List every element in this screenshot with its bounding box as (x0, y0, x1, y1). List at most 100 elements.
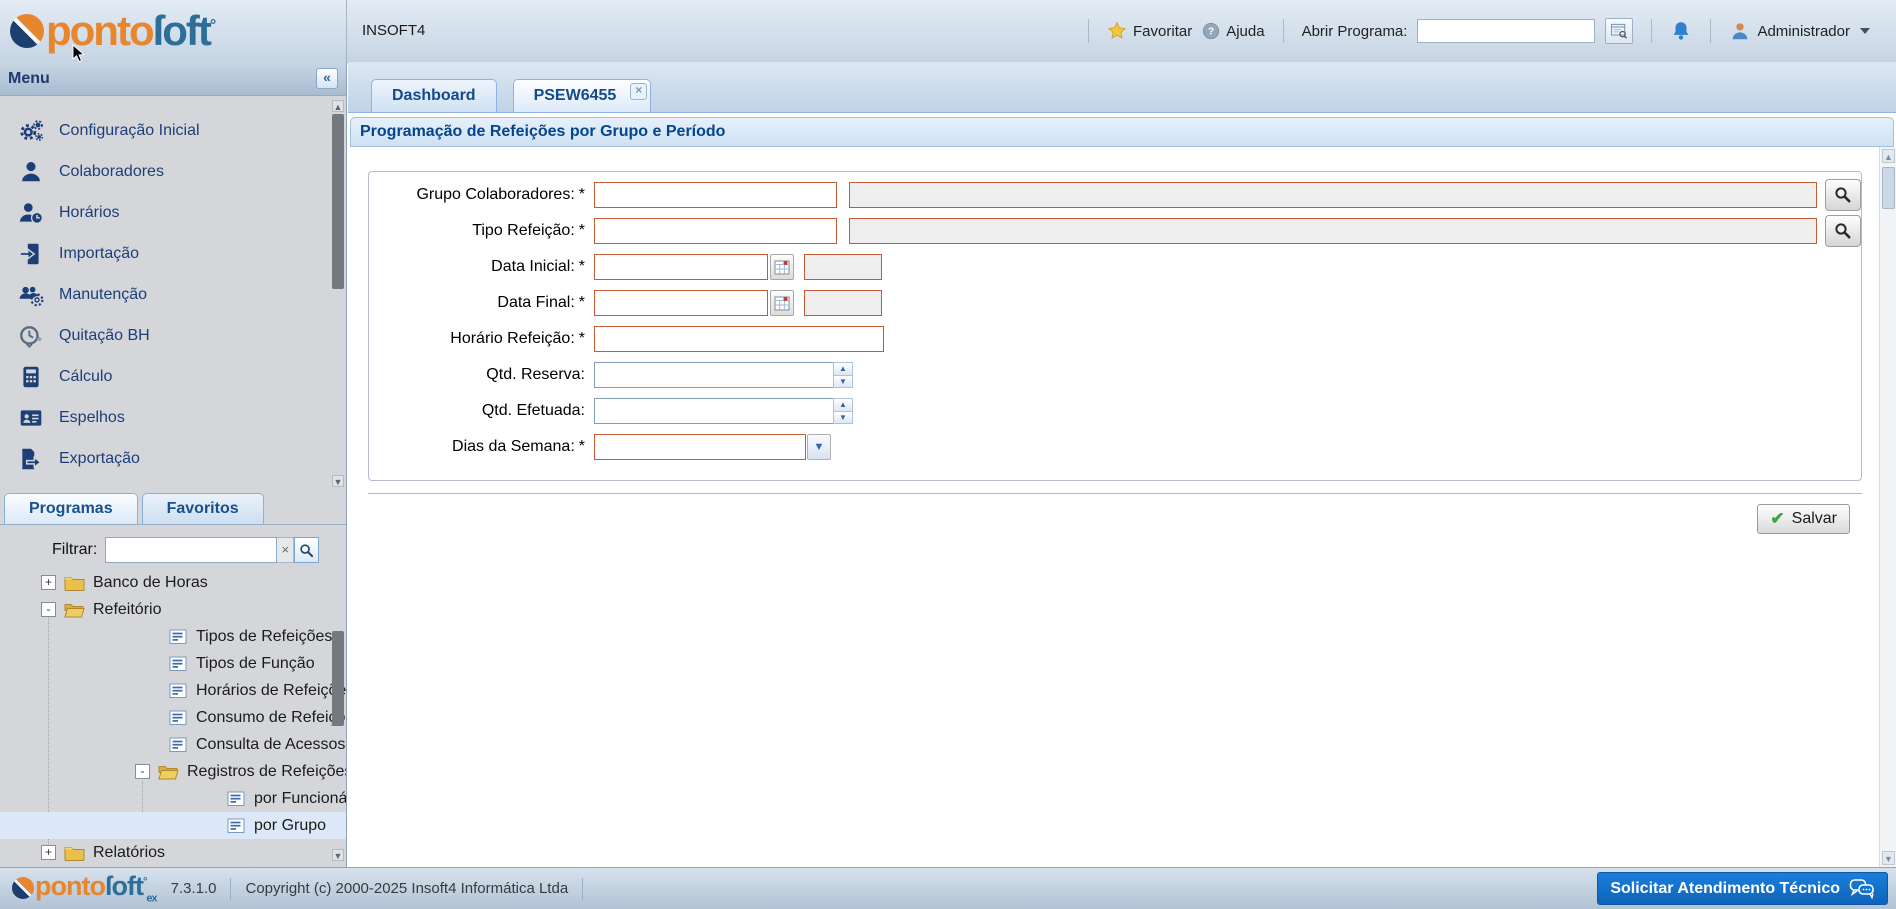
sidebar-item-label: Colaboradores (59, 163, 164, 181)
tree-item-por-funcionario[interactable]: por Funcionário (0, 785, 346, 812)
main-scrollbar[interactable]: ▲ ▼ (1879, 147, 1896, 867)
qtd-efetuada-input[interactable] (594, 398, 834, 424)
file-import-icon (18, 241, 44, 267)
open-program-input[interactable] (1417, 19, 1595, 43)
program-doc-icon (169, 629, 188, 645)
tab-programas[interactable]: Programas (4, 493, 138, 524)
copyright-text: Copyright (c) 2000-2025 Insoft4 Informát… (245, 880, 568, 897)
user-menu[interactable]: Administrador (1729, 20, 1870, 42)
filter-row: Filtrar: × (52, 537, 342, 563)
tree-item-consulta-de-acessos[interactable]: Consulta de Acessos (0, 731, 346, 758)
dias-da-semana-input[interactable] (594, 434, 806, 460)
filter-clear-icon[interactable]: × (277, 537, 294, 563)
calculator-icon (18, 364, 44, 390)
tab-dashboard[interactable]: Dashboard (371, 79, 497, 112)
support-button[interactable]: Solicitar Atendimento Técnico (1597, 872, 1888, 905)
qtd-reserva-input[interactable] (594, 362, 834, 388)
sidebar-item-colaboradores[interactable]: Colaboradores (0, 151, 346, 192)
scrollbar-thumb[interactable] (1882, 167, 1895, 209)
tree-item-tipos-de-funcao[interactable]: Tipos de Função (0, 650, 346, 677)
tree-item-por-grupo[interactable]: por Grupo (0, 812, 346, 839)
spinner-down-icon[interactable]: ▼ (833, 376, 853, 389)
scrollbar-thumb[interactable] (332, 114, 344, 289)
required-marker: * (579, 294, 585, 311)
grupo-colaboradores-lookup-button[interactable] (1825, 179, 1861, 211)
help-button[interactable]: ? Ajuda (1202, 22, 1264, 40)
save-button[interactable]: ✔ Salvar (1757, 504, 1850, 534)
sidebar-item-horarios[interactable]: Horários (0, 192, 346, 233)
scroll-down-arrow[interactable]: ▼ (1882, 851, 1895, 865)
qtd-efetuada-spinner: ▲ ▼ (833, 398, 853, 424)
scroll-down-arrow[interactable]: ▼ (332, 475, 344, 487)
folder-closed-icon (64, 844, 85, 861)
data-final-calendar-button[interactable] (770, 290, 794, 316)
search-icon (299, 543, 314, 558)
form-content: Grupo Colaboradores:* Tipo Refeição:* Da… (348, 147, 1896, 867)
required-marker: * (579, 258, 585, 275)
form-row-grupo-colaboradores: Grupo Colaboradores:* (369, 180, 1861, 210)
data-final-input[interactable] (594, 290, 768, 316)
filter-search-button[interactable] (294, 537, 319, 563)
folder-open-icon (64, 601, 85, 618)
main-area: Dashboard PSEW6455 × Programação de Refe… (348, 62, 1896, 867)
tree-item-banco-de-horas[interactable]: + Banco de Horas (0, 569, 346, 596)
menu-scrollbar[interactable]: ▲ ▼ (331, 100, 345, 487)
tree-collapse-icon[interactable]: - (41, 602, 56, 617)
scrollbar-thumb[interactable] (332, 631, 344, 726)
tree-item-horarios-de-refeicoes[interactable]: Horários de Refeições (0, 677, 346, 704)
program-doc-icon (169, 656, 188, 672)
spinner-up-icon[interactable]: ▲ (833, 398, 853, 412)
spinner-up-icon[interactable]: ▲ (833, 362, 853, 376)
data-inicial-input[interactable] (594, 254, 768, 280)
sidebar-item-importacao[interactable]: Importação (0, 233, 346, 274)
field-label: Horário Refeição: (450, 330, 575, 347)
scroll-down-arrow[interactable]: ▼ (332, 849, 344, 861)
favorite-button[interactable]: Favoritar (1107, 21, 1192, 41)
tree-item-relatorios[interactable]: + Relatórios (0, 839, 346, 866)
scroll-up-arrow[interactable]: ▲ (332, 100, 344, 112)
support-button-label: Solicitar Atendimento Técnico (1610, 880, 1840, 898)
field-label: Dias da Semana: (452, 438, 575, 455)
filter-input[interactable] (105, 537, 277, 563)
header-separator (1088, 19, 1089, 43)
tree-expand-icon[interactable]: + (41, 575, 56, 590)
sidebar-item-manutencao[interactable]: Manutenção (0, 274, 346, 315)
tree-item-refeitorio[interactable]: - Refeitório (0, 596, 346, 623)
tree-item-consumo-de-refeicoes[interactable]: Consumo de Refeições (0, 704, 346, 731)
scroll-up-arrow[interactable]: ▲ (1882, 149, 1895, 163)
tree-item-registros-de-refeicoes[interactable]: - Registros de Refeições (0, 758, 346, 785)
sidebar-tabs: Programas Favoritos (0, 491, 346, 525)
sidebar-item-exportacao[interactable]: Exportação (0, 438, 346, 479)
tab-close-icon[interactable]: × (630, 83, 647, 100)
dias-da-semana-dropdown-button[interactable]: ▼ (807, 434, 831, 460)
horario-refeicao-input[interactable] (594, 326, 884, 352)
notifications-bell-icon[interactable] (1670, 20, 1692, 42)
file-export-icon (18, 446, 44, 472)
required-marker: * (579, 330, 585, 347)
footer-separator (582, 878, 583, 900)
sidebar-item-espelhos[interactable]: Espelhos (0, 397, 346, 438)
program-doc-icon (169, 683, 188, 699)
sidebar-item-calculo[interactable]: Cálculo (0, 356, 346, 397)
data-inicial-weekday-display (804, 254, 882, 280)
data-final-weekday-display (804, 290, 882, 316)
grupo-colaboradores-input[interactable] (594, 182, 837, 208)
tree-scrollbar[interactable]: ▼ (331, 531, 345, 861)
tab-favoritos[interactable]: Favoritos (142, 493, 264, 524)
tree-collapse-icon[interactable]: - (135, 764, 150, 779)
tab-psew6455[interactable]: PSEW6455 × (513, 79, 652, 112)
tipo-refeicao-description (849, 218, 1818, 244)
tipo-refeicao-input[interactable] (594, 218, 837, 244)
form-row-data-inicial: Data Inicial:* (369, 252, 1861, 282)
data-inicial-calendar-button[interactable] (770, 254, 794, 280)
spinner-down-icon[interactable]: ▼ (833, 412, 853, 425)
sidebar-collapse-button[interactable]: « (316, 68, 338, 89)
sidebar-item-configuracao-inicial[interactable]: Configuração Inicial (0, 110, 346, 151)
tipo-refeicao-lookup-button[interactable] (1825, 215, 1861, 247)
pontosoft-logo-text: pontoſoft°ex (35, 873, 157, 904)
sidebar-item-label: Horários (59, 204, 119, 222)
sidebar-item-quitacao-bh[interactable]: Quitação BH (0, 315, 346, 356)
tree-expand-icon[interactable]: + (41, 845, 56, 860)
tree-item-tipos-de-refeicoes[interactable]: Tipos de Refeições (0, 623, 346, 650)
program-browser-button[interactable] (1605, 18, 1633, 44)
